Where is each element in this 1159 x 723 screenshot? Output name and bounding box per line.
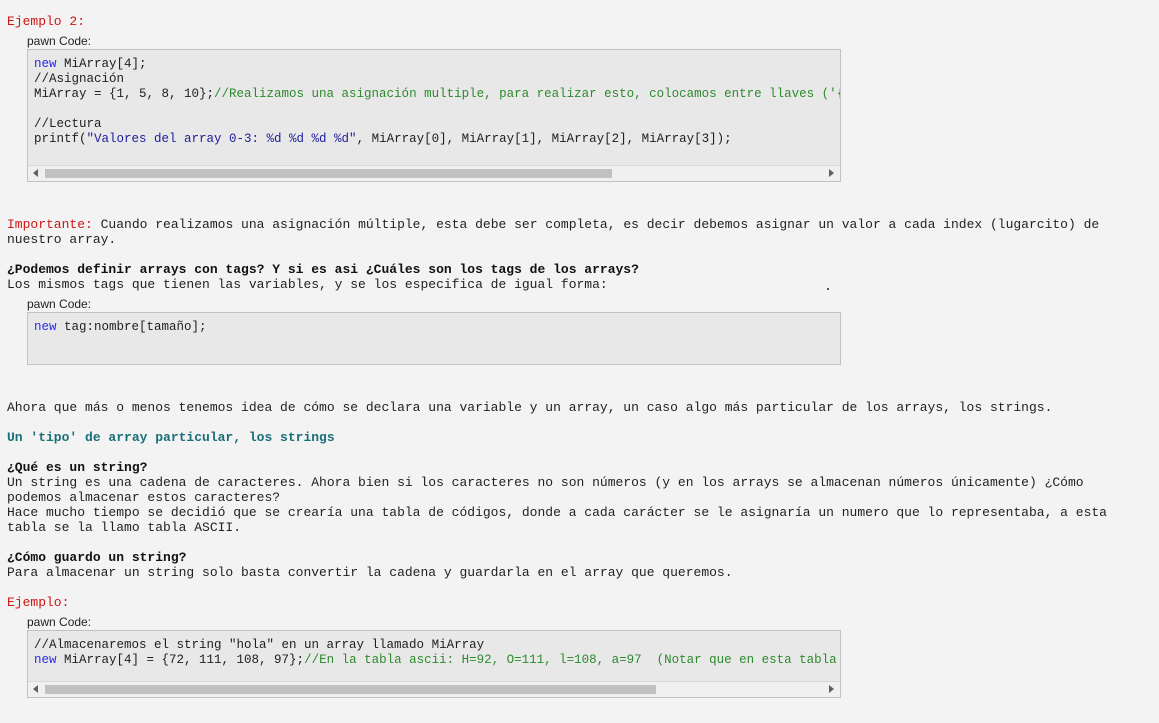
code-label: pawn Code:: [27, 34, 92, 48]
paragraph-line: Hace mucho tiempo se decidió que se crea…: [7, 505, 1107, 520]
example-2-heading: Ejemplo 2:: [7, 14, 86, 29]
code-line: new MiArray[4] = {72, 111, 108, 97};//En…: [34, 653, 840, 668]
question-store: ¿Cómo guardo un string?: [7, 550, 187, 565]
important-text: Cuando realizamos una asignación múltipl…: [92, 217, 1100, 232]
scroll-left-arrow-icon[interactable]: [33, 169, 38, 177]
code-line: MiArray = {1, 5, 8, 10};//Realizamos una…: [34, 87, 840, 102]
horizontal-scrollbar[interactable]: [28, 165, 840, 181]
code-label: pawn Code:: [27, 297, 92, 311]
code-keyword: new: [34, 653, 57, 667]
scroll-right-arrow-icon[interactable]: [829, 685, 834, 693]
code-text: MiArray[4];: [56, 57, 147, 71]
important-note: Importante: Cuando realizamos una asigna…: [7, 217, 1099, 232]
code-block-1[interactable]: new MiArray[4]; //Asignación MiArray = {…: [27, 49, 841, 182]
code-string: "Valores del array 0-3: %d %d %d %d": [86, 132, 357, 146]
answer-store: Para almacenar un string solo basta conv…: [7, 565, 733, 580]
answer-tags: Los mismos tags que tienen las variables…: [7, 277, 608, 292]
important-text-cont: nuestro array.: [7, 232, 117, 247]
code-text: MiArray = {1, 5, 8, 10};: [34, 87, 215, 101]
code-comment: //Asignación: [34, 72, 125, 86]
code-block-3[interactable]: //Almacenaremos el string "hola" en un a…: [27, 630, 841, 698]
code-line: new MiArray[4];: [34, 57, 840, 72]
code-comment: //Almacenaremos el string "hola" en un a…: [34, 638, 485, 652]
code-keyword: new: [34, 57, 57, 71]
code-comment: //Lectura: [34, 117, 102, 131]
important-label: Importante:: [7, 217, 93, 232]
code-comment: //En la tabla ascii: H=92, O=111, l=108,…: [304, 653, 841, 667]
code-label: pawn Code:: [27, 615, 92, 629]
code-block-2[interactable]: new tag:nombre[tamaño];: [27, 312, 841, 365]
question-string: ¿Qué es un string?: [7, 460, 148, 475]
code-keyword: new: [34, 320, 57, 334]
code-text: printf(: [34, 132, 87, 146]
scroll-left-arrow-icon[interactable]: [33, 685, 38, 693]
code-line: printf("Valores del array 0-3: %d %d %d …: [34, 132, 840, 147]
example-heading: Ejemplo:: [7, 595, 70, 610]
code-comment: //Realizamos una asignación multiple, pa…: [214, 87, 841, 101]
section-title: Un 'tipo' de array particular, los strin…: [7, 430, 335, 445]
code-text: MiArray[4] = {72, 111, 108, 97};: [56, 653, 305, 667]
question-tags: ¿Podemos definir arrays con tags? Y si e…: [7, 262, 639, 277]
paragraph-line: Un string es una cadena de caracteres. A…: [7, 475, 1084, 490]
scrollbar-thumb[interactable]: [45, 685, 656, 694]
code-text: tag:nombre[tamaño];: [56, 320, 207, 334]
paragraph-line: tabla se la llamo tabla ASCII.: [7, 520, 242, 535]
code-line: new tag:nombre[tamaño];: [34, 320, 840, 335]
paragraph-line: podemos almacenar estos caracteres?: [7, 490, 281, 505]
horizontal-scrollbar[interactable]: [28, 681, 840, 697]
stray-dot: [827, 288, 829, 290]
intro-strings: Ahora que más o menos tenemos idea de có…: [7, 400, 1053, 415]
code-text: , MiArray[0], MiArray[1], MiArray[2], Mi…: [356, 132, 732, 146]
scroll-right-arrow-icon[interactable]: [829, 169, 834, 177]
scrollbar-thumb[interactable]: [45, 169, 612, 178]
